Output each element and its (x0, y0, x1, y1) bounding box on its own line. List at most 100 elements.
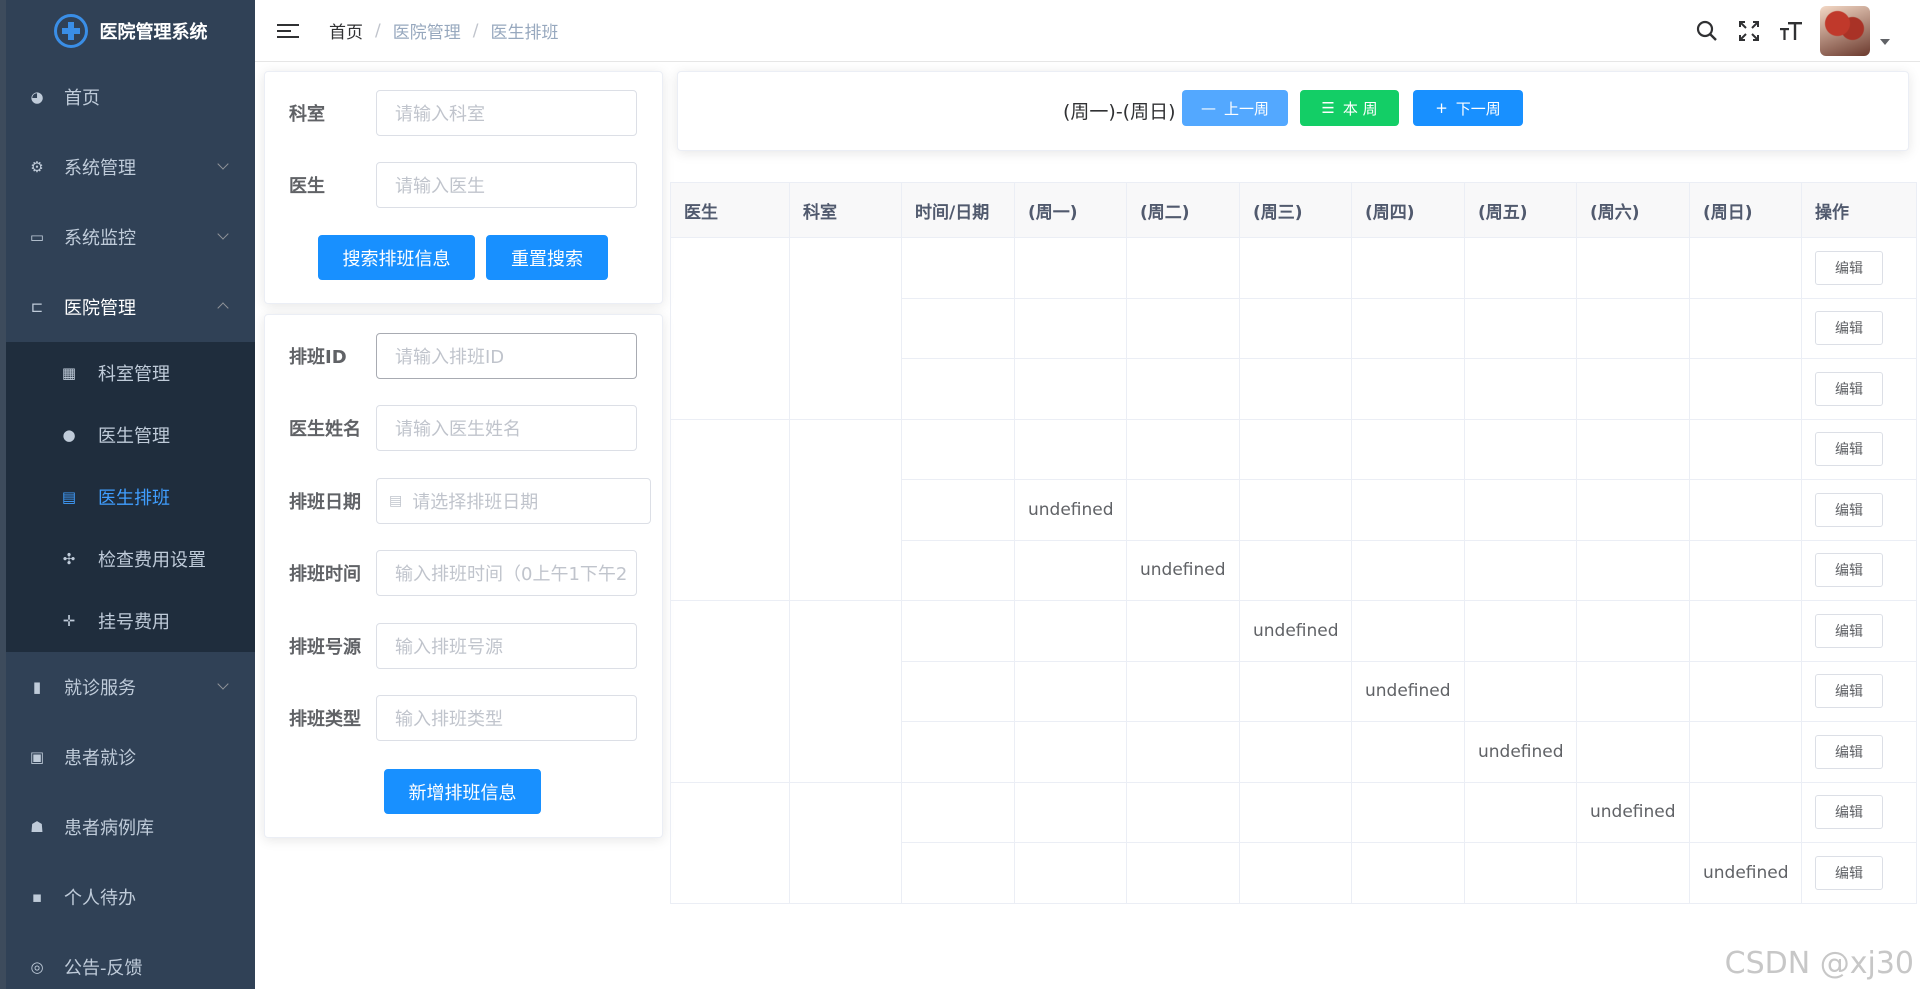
edit-button[interactable]: 编辑 (1815, 734, 1883, 769)
edit-button[interactable]: 编辑 (1815, 492, 1883, 527)
dept-label: 科室 (289, 104, 325, 125)
wechat-icon: ◎ (30, 958, 44, 976)
edit-button[interactable]: 编辑 (1815, 795, 1883, 830)
day-cell (1576, 479, 1690, 541)
schedule-source-input[interactable]: 输入排班号源 (376, 623, 637, 669)
dept-input[interactable]: 请输入科室 (376, 90, 637, 136)
edit-button[interactable]: 编辑 (1815, 432, 1883, 467)
compress-icon: ✣ (62, 550, 76, 568)
font-size-icon[interactable] (1770, 10, 1812, 52)
day-cell (1689, 660, 1802, 722)
day-cell (1464, 297, 1577, 359)
col-header-fri: (周五) (1464, 182, 1577, 238)
week-range-label: (周一)-(周日) (1063, 101, 1176, 123)
tree-icon: ⊏ (30, 298, 44, 316)
edit-button[interactable]: 编辑 (1815, 674, 1883, 709)
schedule-date-picker[interactable]: ▤ 请选择排班日期 (376, 478, 651, 524)
day-cell (1464, 842, 1577, 904)
sidebar-item-service[interactable]: ▮ 就诊服务 (6, 652, 255, 722)
doctor-row: 医生 请输入医生 (265, 162, 662, 208)
schedule-time-input[interactable]: 输入排班时间（0上午1下午2 (376, 550, 637, 596)
doctor-name-input[interactable]: 请输入医生姓名 (376, 405, 637, 451)
edit-button[interactable]: 编辑 (1815, 371, 1883, 406)
day-cell (1351, 539, 1465, 601)
day-cell (1576, 418, 1690, 480)
people-icon: ☗ (30, 818, 44, 836)
day-cell (1576, 600, 1690, 662)
sidebar-item-register-fees[interactable]: ✛ 挂号费用 (6, 590, 255, 652)
doctor-label: 医生 (289, 176, 325, 197)
edit-button[interactable]: 编辑 (1815, 613, 1883, 648)
table-body: 编辑 编辑 编辑 编辑 undefined 编辑 undefined 编辑 undefined 编… (670, 237, 1917, 904)
reset-search-button[interactable]: 重置搜索 (486, 235, 608, 280)
time-cell (901, 237, 1015, 299)
fullscreen-icon[interactable] (1728, 10, 1770, 52)
dashboard-icon: ◕ (30, 88, 44, 106)
table-row: 编辑 (670, 237, 1917, 420)
sidebar-item-system[interactable]: ⚙ 系统管理 (6, 132, 255, 202)
sidebar-item-label: 医生管理 (98, 426, 170, 447)
hamburger-icon[interactable] (277, 23, 299, 38)
move-icon: ✛ (62, 612, 76, 630)
day-cell: undefined (1126, 539, 1240, 601)
sidebar-item-doctors[interactable]: ● 医生管理 (6, 404, 255, 466)
current-week-button[interactable]: ☰ 本 周 (1300, 90, 1399, 126)
sidebar-item-monitor[interactable]: ▭ 系统监控 (6, 202, 255, 272)
sidebar-item-patient-visit[interactable]: ▣ 患者就诊 (6, 722, 255, 792)
user-avatar[interactable] (1820, 6, 1870, 56)
monitor-icon: ▭ (29, 228, 45, 246)
app-logo[interactable]: 医院管理系统 (6, 0, 255, 62)
breadcrumb-home[interactable]: 首页 (329, 18, 363, 43)
logo-cross-icon (53, 14, 88, 48)
day-cell (1126, 781, 1240, 843)
day-cell (1689, 600, 1802, 662)
chevron-up-icon (217, 302, 229, 314)
schedule-type-input[interactable]: 输入排班类型 (376, 695, 637, 741)
edit-button[interactable]: 编辑 (1815, 855, 1883, 890)
doctor-input[interactable]: 请输入医生 (376, 162, 637, 208)
sidebar-item-label: 就诊服务 (64, 678, 136, 699)
search-schedule-button[interactable]: 搜索排班信息 (318, 235, 475, 280)
sidebar-item-hospital[interactable]: ⊏ 医院管理 (6, 272, 255, 342)
col-header-sat: (周六) (1576, 182, 1690, 238)
day-cell (1014, 418, 1127, 480)
prev-week-button[interactable]: — 上一周 (1182, 90, 1288, 126)
time-cell (901, 781, 1015, 843)
schedule-id-input[interactable]: 请输入排班ID (376, 333, 637, 379)
action-cell: 编辑 (1801, 721, 1917, 783)
caret-down-icon[interactable] (1880, 39, 1890, 45)
day-cell (1351, 721, 1465, 783)
sidebar-item-exam-fees[interactable]: ✣ 检查费用设置 (6, 528, 255, 590)
day-cell (1126, 600, 1240, 662)
day-cell (1576, 660, 1690, 722)
day-cell (1014, 842, 1127, 904)
edit-button[interactable]: 编辑 (1815, 250, 1883, 285)
day-cell (1239, 237, 1352, 299)
day-cell (1014, 721, 1127, 783)
day-cell (1689, 237, 1802, 299)
chevron-down-icon (217, 228, 229, 240)
edit-button[interactable]: 编辑 (1815, 311, 1883, 346)
sidebar-item-notice[interactable]: ◎ 公告-反馈 (6, 932, 255, 989)
day-cell (1689, 721, 1802, 783)
day-cell: undefined (1239, 600, 1352, 662)
sidebar-item-schedule[interactable]: ▤ 医生排班 (6, 466, 255, 528)
search-icon[interactable] (1686, 10, 1728, 52)
sidebar-item-todo[interactable]: ▪ 个人待办 (6, 862, 255, 932)
day-cell (1239, 297, 1352, 359)
day-cell: undefined (1464, 721, 1577, 783)
day-cell (1126, 237, 1240, 299)
edit-button[interactable]: 编辑 (1815, 553, 1883, 588)
next-week-button[interactable]: + 下一周 (1413, 90, 1523, 126)
sidebar-item-departments[interactable]: ▦ 科室管理 (6, 342, 255, 404)
day-cell (1464, 600, 1577, 662)
day-cell (1014, 600, 1127, 662)
day-cell (1014, 781, 1127, 843)
add-schedule-button[interactable]: 新增排班信息 (384, 769, 541, 814)
day-cell (1239, 358, 1352, 420)
action-cell: 编辑 (1801, 660, 1917, 722)
schedule-id-row: 排班ID 请输入排班ID (265, 333, 662, 379)
sliders-icon: ☰ (1321, 99, 1335, 117)
sidebar-item-home[interactable]: ◕ 首页 (6, 62, 255, 132)
sidebar-item-case-library[interactable]: ☗ 患者病例库 (6, 792, 255, 862)
